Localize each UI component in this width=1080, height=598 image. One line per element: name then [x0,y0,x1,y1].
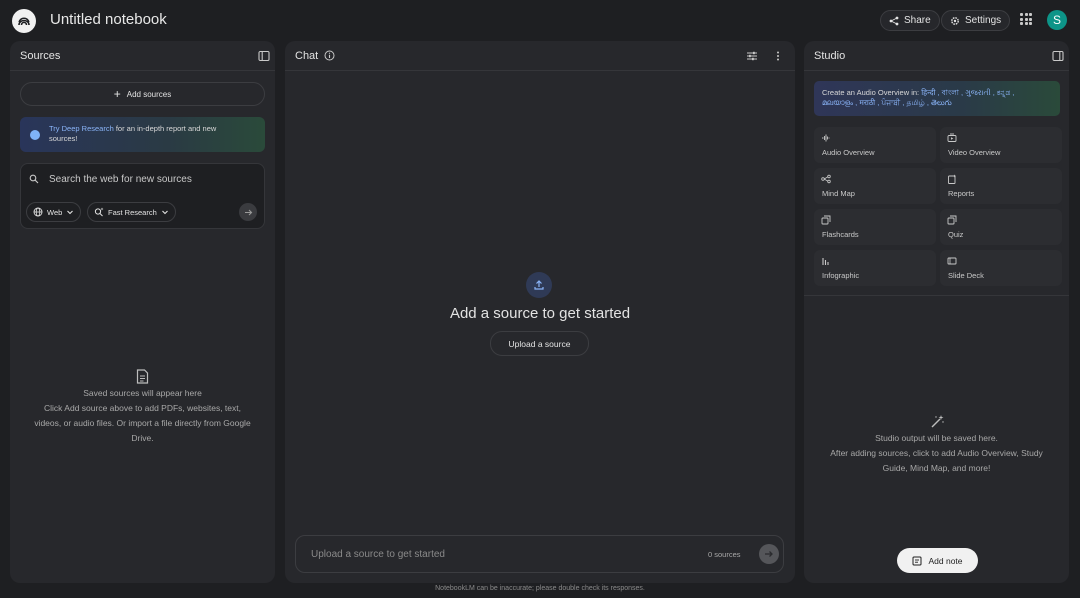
sparkle-search-icon [94,207,104,217]
sources-header: Sources [10,41,275,71]
tile-infographic[interactable]: Infographic [814,250,936,286]
add-note-button[interactable]: Add note [897,548,978,573]
research-chip-label: Fast Research [108,207,157,217]
gear-icon [951,16,959,25]
web-search-box: Search the web for new sources Web Fast … [20,163,265,229]
upload-icon-circle [526,272,552,298]
mind-map-icon [821,174,831,184]
infographic-icon [822,258,829,265]
tile-label: Flashcards [822,230,859,239]
sources-panel: Sources + Add sources Try Deep Research … [10,41,275,583]
arrow-right-icon [765,551,773,557]
sources-empty-line-1: Click Add source above to add PDFs, webs… [43,403,241,413]
web-chip-label: Web [47,207,63,217]
chevron-down-icon [67,210,74,215]
studio-divider [804,295,1069,296]
collapse-panel-icon[interactable] [258,50,270,62]
tune-icon[interactable] [746,50,758,62]
settings-label: Settings [965,15,1002,26]
tile-audio-overview[interactable]: Audio Overview [814,127,936,163]
globe-icon [33,207,43,217]
document-icon [136,369,149,384]
tile-label: Quiz [948,230,964,239]
chat-panel: Chat Add a source to get started Upload … [285,41,795,583]
studio-header: Studio [804,41,1069,71]
collapse-panel-icon[interactable] [1052,50,1064,62]
deep-research-text-2: sources! [49,134,78,143]
studio-empty-line-1: After adding sources, click to add Audio… [830,448,1043,458]
chat-title: Chat [295,49,319,62]
upload-icon [534,280,544,290]
sources-empty-state: Saved sources will appear here Click Add… [20,386,265,446]
deep-research-banner[interactable]: Try Deep Research for an in-depth report… [20,117,265,152]
deep-research-text: for an in-depth report and new [113,124,217,133]
audio-language-banner[interactable]: Create an Audio Overview in: हिन्दी , বা… [814,81,1060,116]
info-icon[interactable] [324,50,335,61]
sources-empty-line-3: Drive. [131,433,154,443]
deep-research-icon [30,130,40,140]
arrow-right-icon [244,209,252,215]
studio-title: Studio [814,49,846,62]
tile-label: Infographic [822,271,860,280]
flashcards-icon [821,215,831,225]
tile-flashcards[interactable]: Flashcards [814,209,936,245]
chat-header: Chat [285,41,795,71]
deep-research-link[interactable]: Try Deep Research [49,124,114,133]
tile-slide-deck[interactable]: Slide Deck [940,250,1062,286]
tile-label: Mind Map [822,189,855,198]
add-note-label: Add note [928,555,963,566]
sources-empty-line-2: videos, or audio files. Or import a file… [34,418,251,428]
share-icon [889,16,899,25]
slide-deck-icon [947,257,957,265]
tile-reports[interactable]: Reports [940,168,1062,204]
add-sources-label: Add sources [126,89,172,99]
notebook-title[interactable]: Untitled notebook [50,11,167,28]
sources-title: Sources [20,49,61,62]
more-vert-icon[interactable] [772,50,784,62]
search-icon [29,174,39,184]
studio-panel: Studio Create an Audio Overview in: हिन्… [804,41,1069,583]
search-input[interactable]: Search the web for new sources [49,174,192,185]
lang-banner-prefix: Create an Audio Overview in: [822,88,922,97]
tile-label: Slide Deck [948,271,984,280]
upload-source-button[interactable]: Upload a source [490,331,589,356]
top-bar: Untitled notebook Share Settings S [0,0,1080,40]
tile-label: Audio Overview [822,148,875,157]
chat-input-box[interactable]: Upload a source to get started 0 sources [295,535,784,573]
tile-video-overview[interactable]: Video Overview [940,127,1062,163]
footer-disclaimer: NotebookLM can be inaccurate; please dou… [435,585,645,592]
chat-input[interactable]: Upload a source to get started [311,549,445,560]
studio-empty-line-2: Guide, Mind Map, and more! [882,463,991,473]
studio-empty-state: Studio output will be saved here. After … [814,431,1059,476]
chevron-down-icon [161,210,168,215]
quiz-icon [947,215,957,225]
lang-links-1[interactable]: हिन्दी , বাংলা , ગુજરાતી , ಕನ್ನಡ , [921,88,1014,97]
audio-waveform-icon [822,134,830,142]
tile-label: Reports [948,189,975,198]
send-button[interactable] [759,544,779,564]
notebooklm-logo-icon[interactable] [12,9,36,33]
chat-empty-headline: Add a source to get started [449,305,631,322]
share-button[interactable]: Share [880,10,940,31]
share-label: Share [904,15,931,26]
tile-mind-map[interactable]: Mind Map [814,168,936,204]
studio-empty-title: Studio output will be saved here. [875,433,998,443]
plus-icon: + [113,87,121,101]
magic-wand-icon [931,415,944,428]
video-icon [947,133,957,142]
lang-links-2[interactable]: മലയാളം , मराठी , ਪੰਜਾਬੀ , தமிழ் , తెలుగు [822,98,952,107]
tile-quiz[interactable]: Quiz [940,209,1062,245]
apps-grid-icon[interactable] [1020,13,1032,25]
tile-label: Video Overview [948,148,1001,157]
source-count: 0 sources [708,550,741,559]
submit-search-button[interactable] [239,203,257,221]
web-dropdown[interactable]: Web [26,202,82,222]
note-icon [912,556,922,565]
settings-button[interactable]: Settings [941,10,1011,31]
reports-icon [948,174,956,184]
avatar[interactable]: S [1047,10,1067,30]
sources-empty-title: Saved sources will appear here [83,388,202,398]
add-sources-button[interactable]: + Add sources [20,82,265,106]
research-mode-dropdown[interactable]: Fast Research [87,202,176,222]
